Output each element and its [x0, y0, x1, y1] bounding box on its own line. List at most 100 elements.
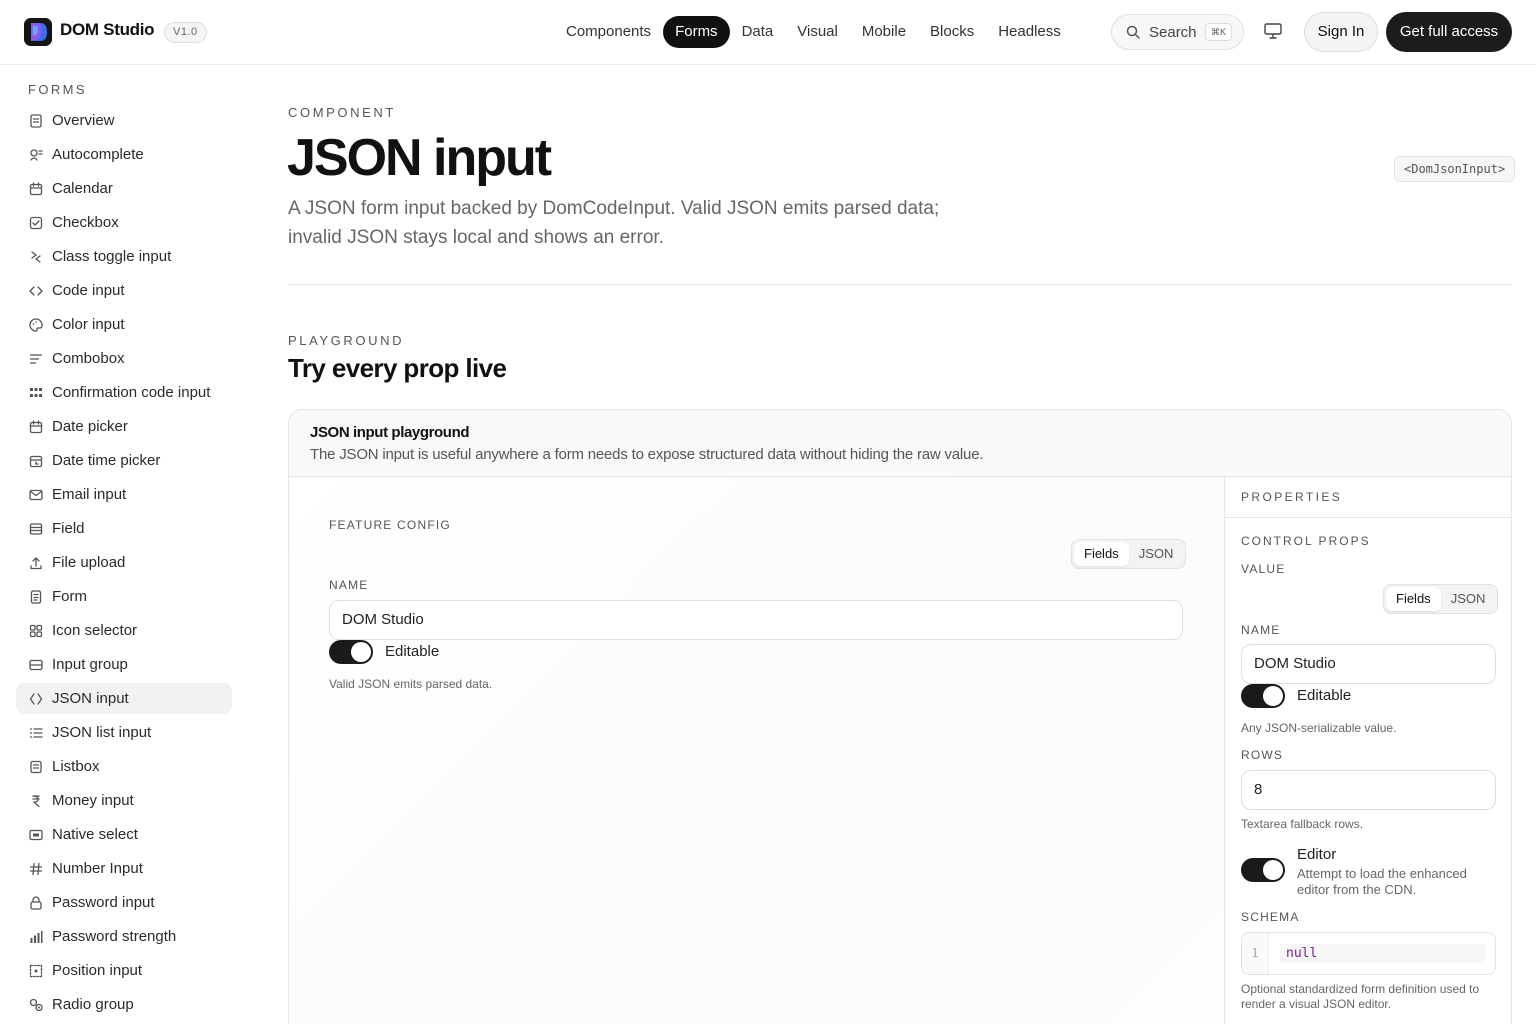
grid-icon	[30, 387, 42, 397]
palette-icon	[29, 317, 43, 332]
get-full-access-button[interactable]: Get full access	[1386, 12, 1512, 52]
preview-hint: Valid JSON emits parsed data.	[329, 677, 493, 691]
nav-item-headless[interactable]: Headless	[986, 16, 1073, 48]
brand-name[interactable]: DOM Studio	[60, 20, 155, 40]
sidebar-item-label: Field	[52, 520, 85, 537]
rows-input[interactable]: 8	[1241, 770, 1496, 810]
money-icon	[32, 794, 40, 807]
sidebar-item-listbox[interactable]: Listbox	[16, 751, 232, 782]
nav-item-visual[interactable]: Visual	[785, 16, 850, 48]
sidebar-item-password-strength[interactable]: Password strength	[16, 921, 232, 952]
sidebar-item-color-input[interactable]: Color input	[16, 309, 232, 340]
sidebar-item-label: Position input	[52, 962, 143, 979]
search-button[interactable]: Search ⌘K	[1111, 14, 1244, 50]
feature-config-label: FEATURE CONFIG	[329, 518, 451, 532]
sidebar: FORMS Overview Autocomplete Calendar Checkb…	[0, 65, 248, 1024]
value-name-input[interactable]: DOM Studio	[1241, 644, 1496, 684]
value-mode-switch: Fields JSON	[1383, 584, 1499, 614]
value-mode-json[interactable]: JSON	[1441, 587, 1496, 611]
sidebar-item-password-input[interactable]: Password input	[16, 887, 232, 918]
playground-card-subtitle: The JSON input is useful anywhere a form…	[310, 446, 984, 463]
playground-card-title: JSON input playground	[310, 424, 470, 441]
field-icon	[29, 522, 43, 535]
preview-mode-fields[interactable]: Fields	[1074, 542, 1129, 566]
nav-item-mobile[interactable]: Mobile	[850, 16, 918, 48]
monitor-icon[interactable]	[1264, 23, 1282, 39]
nav-item-blocks[interactable]: Blocks	[918, 16, 986, 48]
class-toggle-icon	[31, 250, 41, 263]
sidebar-item-label: Class toggle input	[52, 248, 172, 265]
lock-icon	[30, 895, 42, 910]
sidebar-item-input-group[interactable]: Input group	[16, 649, 232, 680]
playground-title: Try every prop live	[288, 353, 507, 383]
editor-toggle[interactable]	[1241, 858, 1285, 882]
bars-icon	[30, 930, 43, 943]
sidebar-item-email-input[interactable]: Email input	[16, 479, 232, 510]
nav-item-forms[interactable]: Forms	[663, 16, 730, 48]
sidebar-item-date-time-picker[interactable]: Date time picker	[16, 445, 232, 476]
sidebar-item-json-list-input[interactable]: JSON list input	[16, 717, 232, 748]
editor-description: Attempt to load the enhanced editor from…	[1297, 866, 1467, 897]
schema-prop-label: SCHEMA	[1241, 910, 1300, 924]
json-icon	[29, 692, 43, 705]
sidebar-item-icon-selector[interactable]: Icon selector	[16, 615, 232, 646]
preview-mode-json[interactable]: JSON	[1129, 542, 1184, 566]
sidebar-item-checkbox[interactable]: Checkbox	[16, 207, 232, 238]
sidebar-item-overview[interactable]: Overview	[16, 105, 232, 136]
rows-prop-label: ROWS	[1241, 748, 1284, 762]
value-editable-toggle[interactable]	[1241, 684, 1285, 708]
dom-studio-logo-icon[interactable]	[24, 18, 52, 46]
sidebar-item-label: Checkbox	[52, 214, 119, 231]
sidebar-item-number-input[interactable]: Number Input	[16, 853, 232, 884]
doc-icon	[30, 113, 42, 128]
select-icon	[29, 829, 43, 840]
properties-heading: PROPERTIES	[1241, 490, 1343, 504]
sidebar-item-label: Password strength	[52, 928, 177, 945]
sidebar-item-money-input[interactable]: Money input	[16, 785, 232, 816]
sidebar-item-label: Email input	[52, 486, 127, 503]
sidebar-item-label: Icon selector	[52, 622, 138, 639]
sidebar-item-calendar[interactable]: Calendar	[16, 173, 232, 204]
sign-in-button[interactable]: Sign In	[1304, 12, 1378, 52]
properties-header: PROPERTIES	[1225, 477, 1511, 518]
schema-code-line[interactable]: null	[1280, 944, 1485, 963]
sidebar-item-label: Money input	[52, 792, 134, 809]
list-icon	[30, 727, 43, 738]
icon-grid-icon	[29, 624, 43, 637]
page-title: JSON input	[287, 129, 552, 187]
input-group-icon	[29, 659, 43, 670]
sidebar-item-file-upload[interactable]: File upload	[16, 547, 232, 578]
sidebar-item-label: Input group	[52, 656, 128, 673]
page-description: A JSON form input backed by DomCodeInput…	[288, 198, 940, 248]
schema-code-input[interactable]: 1 null	[1241, 932, 1496, 975]
value-prop-label: VALUE	[1241, 562, 1286, 576]
calendar-icon	[29, 419, 43, 433]
sidebar-item-autocomplete[interactable]: Autocomplete	[16, 139, 232, 170]
preview-name-input[interactable]: DOM Studio	[329, 600, 1183, 640]
sidebar-item-class-toggle-input[interactable]: Class toggle input	[16, 241, 232, 272]
sidebar-item-native-select[interactable]: Native select	[16, 819, 232, 850]
value-mode-fields[interactable]: Fields	[1386, 587, 1441, 611]
preview-mode-switch: Fields JSON	[1071, 539, 1187, 569]
sidebar-item-code-input[interactable]: Code input	[16, 275, 232, 306]
value-hint: Any JSON-serializable value.	[1241, 721, 1397, 735]
sidebar-item-json-input[interactable]: JSON input	[16, 683, 232, 714]
preview-editable-toggle[interactable]	[329, 640, 373, 664]
sidebar-item-position-input[interactable]: Position input	[16, 955, 232, 986]
code-line-number: 1	[1242, 933, 1269, 974]
nav-item-data[interactable]: Data	[730, 16, 786, 48]
sidebar-item-form[interactable]: Form	[16, 581, 232, 612]
nav-item-components[interactable]: Components	[554, 16, 663, 48]
sidebar-item-label: Autocomplete	[52, 146, 144, 163]
sidebar-item-radio-group[interactable]: Radio group	[16, 989, 232, 1020]
sidebar-item-date-picker[interactable]: Date picker	[16, 411, 232, 442]
playground-preview: FEATURE CONFIG Fields JSON NAME DOM Stud…	[289, 477, 1224, 1024]
sidebar-item-field[interactable]: Field	[16, 513, 232, 544]
sidebar-item-confirmation-code-input[interactable]: Confirmation code input	[16, 377, 232, 408]
sidebar-item-combobox[interactable]: Combobox	[16, 343, 232, 374]
preview-editable-label: Editable	[385, 643, 440, 660]
sidebar-item-label: Number Input	[52, 860, 143, 877]
calendar-clock-icon	[29, 455, 43, 467]
listbox-icon	[30, 760, 42, 773]
preview-name-label: NAME	[329, 578, 369, 592]
